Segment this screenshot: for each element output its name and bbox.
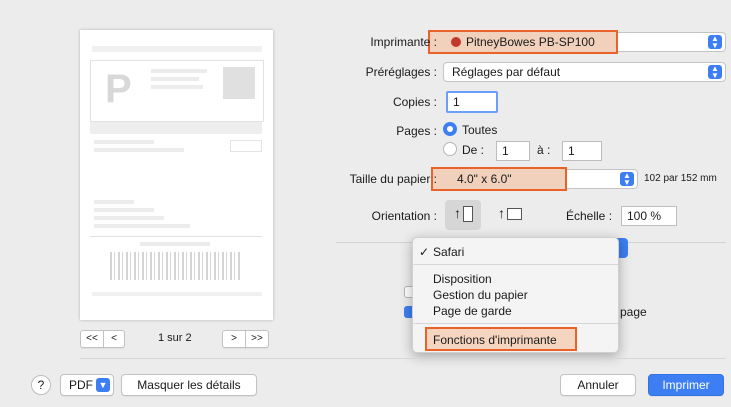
preview-text-line <box>151 69 207 73</box>
menu-item-cover-page[interactable]: Page de garde <box>433 304 512 318</box>
chevron-updown-icon: ▲ ▼ <box>708 35 722 50</box>
landscape-orientation-button[interactable]: ↑ <box>492 200 528 230</box>
paper-size-popup[interactable]: 4.0" x 6.0" ▲ ▼ <box>448 169 638 189</box>
preview-logo: P <box>105 67 132 111</box>
preview-box <box>230 140 262 152</box>
pages-all-radio[interactable] <box>443 122 457 136</box>
help-button[interactable]: ? <box>31 375 51 395</box>
preview-barcode <box>110 252 240 280</box>
print-preview-page: P <box>80 30 273 320</box>
preview-text-line <box>140 242 210 246</box>
chevron-updown-icon: ▲ ▼ <box>620 172 634 187</box>
presets-label: Préréglages : <box>365 65 437 79</box>
menu-item-printer-features[interactable]: Fonctions d'imprimante <box>433 333 557 347</box>
preview-text-line <box>151 77 199 81</box>
pdf-label: PDF <box>69 378 93 392</box>
preview-text-line <box>151 85 203 89</box>
preview-text-line <box>94 200 134 204</box>
section-dropdown-menu: ✓ Safari Disposition Gestion du papier P… <box>412 237 619 353</box>
pages-to-label: à : <box>537 143 551 157</box>
preview-qr-code <box>223 67 255 99</box>
preview-text-line <box>94 224 190 228</box>
preview-footer-line <box>92 292 262 296</box>
presets-popup[interactable]: Réglages par défaut ▲ ▼ <box>443 62 726 82</box>
menu-item-layout[interactable]: Disposition <box>433 272 492 286</box>
printer-value: PitneyBowes PB-SP100 <box>466 35 595 49</box>
paper-size-value: 4.0" x 6.0" <box>457 172 512 186</box>
previous-page-button[interactable]: < <box>103 330 125 348</box>
paper-size-label: Taille du papier : <box>349 172 437 186</box>
cancel-button[interactable]: Annuler <box>560 374 636 396</box>
paper-dimensions: 102 par 152 mm <box>644 173 717 184</box>
next-page-button[interactable]: > <box>222 330 246 348</box>
chevron-updown-icon: ▲ ▼ <box>708 65 722 80</box>
chevron-down-icon: ▼ <box>96 378 110 392</box>
pages-all-label: Toutes <box>462 123 498 137</box>
preview-band <box>90 122 262 134</box>
first-page-button[interactable]: << <box>80 330 104 348</box>
checkmark-icon: ✓ <box>419 245 430 259</box>
copies-label: Copies : <box>392 95 437 109</box>
scale-input[interactable]: 100 % <box>621 206 677 226</box>
printer-popup[interactable]: PitneyBowes PB-SP100 ▲ ▼ <box>448 32 726 52</box>
menu-separator <box>413 264 618 265</box>
option-trailing-text: page <box>620 305 647 319</box>
page-indicator: 1 sur 2 <box>158 332 192 344</box>
hide-details-button[interactable]: Masquer les détails <box>121 374 257 396</box>
pages-from-input[interactable]: 1 <box>496 141 530 161</box>
pages-range-radio[interactable] <box>443 142 457 156</box>
last-page-button[interactable]: >> <box>245 330 269 348</box>
pages-label: Pages : <box>396 124 437 138</box>
preview-header-line <box>92 46 262 52</box>
preview-text-line <box>94 140 154 144</box>
radio-dot-icon <box>447 126 453 132</box>
pdf-menu-button[interactable]: PDF ▼ <box>60 374 114 396</box>
print-button[interactable]: Imprimer <box>648 374 724 396</box>
menu-separator <box>413 323 618 324</box>
preview-text-line <box>94 208 154 212</box>
copies-input[interactable]: 1 <box>446 91 498 113</box>
pages-to-input[interactable]: 1 <box>562 141 602 161</box>
footer-divider <box>80 358 726 359</box>
pages-from-label: De : <box>462 143 485 157</box>
orientation-label: Orientation : <box>371 209 437 223</box>
page-glyph-icon <box>507 208 522 220</box>
menu-item-safari[interactable]: Safari <box>433 245 464 259</box>
portrait-orientation-icon: ↑ <box>454 205 461 221</box>
page-glyph-icon <box>463 206 473 222</box>
preview-text-line <box>94 216 164 220</box>
preview-divider <box>90 236 262 237</box>
landscape-orientation-icon: ↑ <box>498 205 505 221</box>
preview-text-line <box>94 148 184 152</box>
preview-label-box: P <box>90 60 264 122</box>
scale-label: Échelle : <box>566 209 613 223</box>
portrait-orientation-button[interactable]: ↑ <box>445 200 481 230</box>
printer-status-icon <box>451 37 461 47</box>
presets-value: Réglages par défaut <box>452 65 561 79</box>
menu-item-paper-handling[interactable]: Gestion du papier <box>433 288 528 302</box>
printer-label: Imprimante : <box>370 35 437 49</box>
